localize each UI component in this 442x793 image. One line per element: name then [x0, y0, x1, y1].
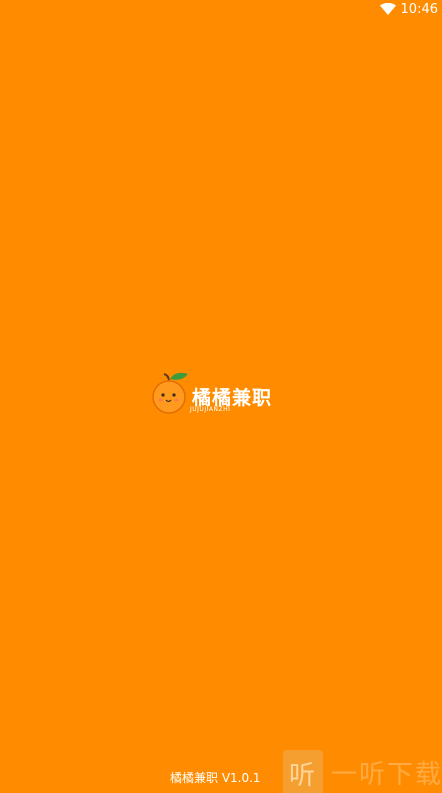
version-label: 橘橘兼职 V1.0.1 [170, 771, 261, 785]
watermark: 听 一听下载 [283, 750, 442, 793]
watermark-logo-char: 听 [289, 761, 316, 791]
splash-screen: 10:46 橘橘兼职 JUJUJIANZHI 橘橘兼职 V1.0.1 听 一听下… [0, 0, 442, 793]
watermark-text: 一听下载 [331, 760, 442, 790]
status-bar: 10:46 [0, 0, 442, 20]
app-logo: 橘橘兼职 JUJUJIANZHI [152, 370, 302, 422]
wifi-icon [380, 3, 396, 15]
status-time: 10:46 [400, 2, 438, 17]
orange-fruit-icon [152, 372, 188, 414]
watermark-logo: 听 [283, 750, 323, 793]
app-subtitle: JUJUJIANZHI [190, 406, 231, 413]
